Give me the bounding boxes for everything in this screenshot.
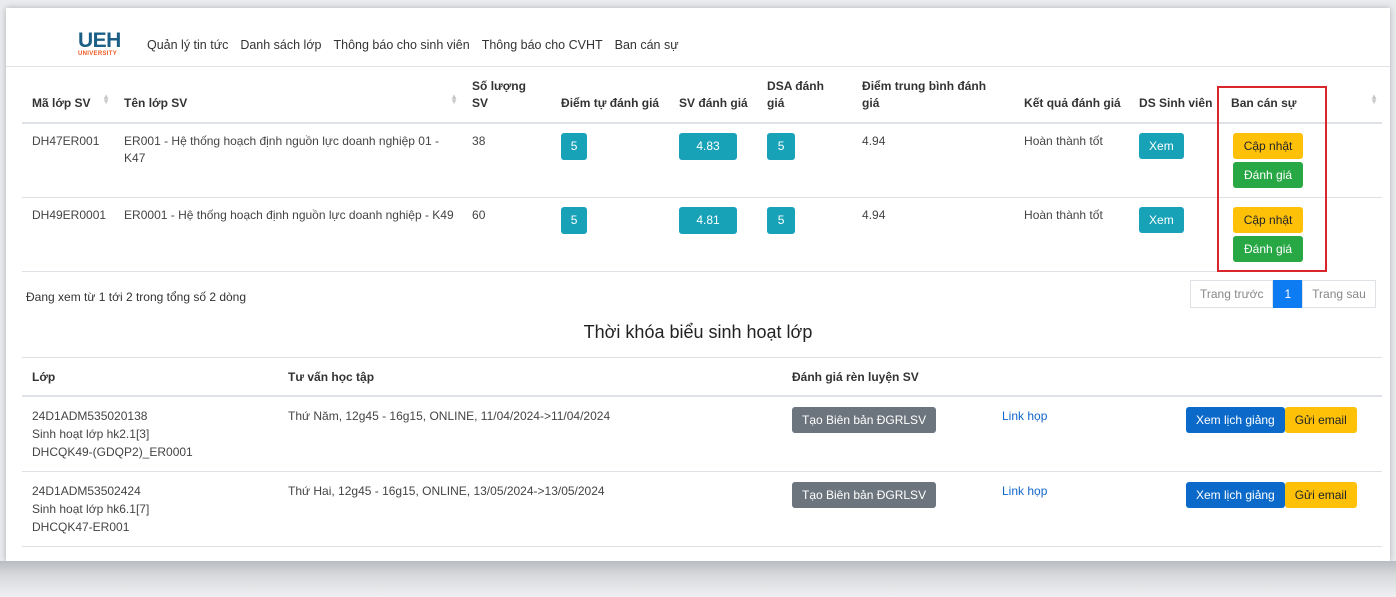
sort-icon[interactable]: ▲ ▼ (102, 93, 110, 106)
schedule-time: Thứ Hai, 12g45 - 16g15, ONLINE, 13/05/20… (278, 471, 782, 547)
ueh-logo[interactable]: UEH UNIVERSITY (78, 29, 128, 59)
main-nav: Quản lý tin tức Danh sách lớp Thông báo … (147, 38, 679, 52)
dsa-score-badge: 5 (767, 133, 796, 160)
dsa-score-badge: 5 (767, 207, 796, 234)
nav-item-student-notices[interactable]: Thông báo cho sinh viên (334, 38, 470, 52)
col-student-count[interactable]: Số lượng SV (462, 68, 552, 124)
pagination-next[interactable]: Trang sau (1302, 280, 1376, 308)
logo-main-text: UEH (78, 29, 121, 52)
logo-sub-text: UNIVERSITY (78, 51, 118, 57)
table-row: 24D1ADM53502424 Sinh hoạt lớp hk6.1[7] D… (22, 471, 1382, 547)
pagination-prev[interactable]: Trang trước (1190, 280, 1274, 308)
schedule-class-cell: 24D1ADM535020138 Sinh hoạt lớp hk2.1[3] … (22, 396, 278, 472)
view-teaching-schedule-button[interactable]: Xem lịch giảng (1186, 482, 1285, 508)
sort-icon[interactable]: ▲ ▼ (450, 93, 458, 106)
bottom-blur-strip (0, 561, 1396, 597)
top-navbar: UEH UNIVERSITY Quản lý tin tức Danh sách… (6, 8, 1390, 67)
sort-icon[interactable]: ▲ ▼ (1370, 93, 1378, 106)
create-report-button[interactable]: Tạo Biên bản ĐGRLSV (792, 407, 937, 433)
pagination: Trang trước 1 Trang sau (1190, 280, 1376, 308)
student-count: 38 (462, 123, 552, 198)
sv-score-badge: 4.81 (679, 207, 738, 234)
table-row: DH47ER001 ER001 - Hệ thống hoạch định ng… (22, 123, 1382, 198)
col-class-code[interactable]: Mã lớp SV ▲ ▼ (22, 68, 115, 124)
page-frame: UEH UNIVERSITY Quản lý tin tức Danh sách… (6, 8, 1390, 561)
result-text: Hoàn thành tốt (1014, 197, 1130, 272)
schedule-time: Thứ Năm, 12g45 - 16g15, ONLINE, 11/04/20… (278, 396, 782, 472)
col-result[interactable]: Kết quả đánh giá (1014, 68, 1130, 124)
view-teaching-schedule-button[interactable]: Xem lịch giảng (1186, 407, 1285, 433)
col-class: Lớp (22, 357, 278, 397)
class-table-header: Mã lớp SV ▲ ▼ Tên lớp SV ▲ ▼ Số lượng SV Điể… (22, 68, 1382, 124)
col-self-score[interactable]: Điểm tự đánh giá (551, 68, 670, 124)
schedule-table: Lớp Tư vấn học tập Đánh giá rèn luyện SV… (22, 357, 1382, 547)
class-code: DH49ER0001 (22, 197, 115, 272)
self-score-badge: 5 (561, 133, 588, 160)
col-conduct-evaluation: Đánh giá rèn luyện SV (782, 357, 992, 397)
average-score: 4.94 (852, 197, 1015, 272)
col-advising: Tư vấn học tập (278, 357, 782, 397)
self-score-badge: 5 (561, 207, 588, 234)
sv-score-badge: 4.83 (679, 133, 738, 160)
schedule-title: Thời khóa biểu sinh hoạt lớp (583, 322, 813, 342)
table-info: Đang xem từ 1 tới 2 trong tổng số 2 dòng (26, 290, 247, 304)
col-dsa-score[interactable]: DSA đánh giá (757, 68, 853, 124)
nav-item-news[interactable]: Quản lý tin tức (147, 38, 228, 52)
class-table: Mã lớp SV ▲ ▼ Tên lớp SV ▲ ▼ Số lượng SV Điể… (22, 68, 1382, 272)
meeting-link[interactable]: Link họp (1002, 484, 1047, 498)
committee-highlight-box (1217, 86, 1327, 272)
col-sv-score[interactable]: SV đánh giá (669, 68, 758, 124)
student-count: 60 (462, 197, 552, 272)
class-name: ER001 - Hệ thống hoạch định nguồn lực do… (114, 123, 463, 198)
average-score: 4.94 (852, 123, 1015, 198)
pagination-page-1[interactable]: 1 (1273, 280, 1303, 308)
create-report-button[interactable]: Tạo Biên bản ĐGRLSV (792, 482, 937, 508)
nav-item-advisor-notices[interactable]: Thông báo cho CVHT (482, 38, 603, 52)
schedule-table-header: Lớp Tư vấn học tập Đánh giá rèn luyện SV (22, 357, 1382, 397)
send-email-button[interactable]: Gửi email (1284, 407, 1357, 433)
col-class-name[interactable]: Tên lớp SV ▲ ▼ (114, 68, 463, 124)
class-name: ER0001 - Hệ thống hoạch định nguồn lực d… (114, 197, 463, 272)
nav-item-class-list[interactable]: Danh sách lớp (240, 38, 321, 52)
send-email-button[interactable]: Gửi email (1284, 482, 1357, 508)
table-row: 24D1ADM535020138 Sinh hoạt lớp hk2.1[3] … (22, 396, 1382, 472)
view-students-button[interactable]: Xem (1139, 207, 1184, 233)
col-average[interactable]: Điểm trung bình đánh giá (852, 68, 1015, 124)
schedule-class-cell: 24D1ADM53502424 Sinh hoạt lớp hk6.1[7] D… (22, 471, 278, 547)
table-row: DH49ER0001 ER0001 - Hệ thống hoạch định … (22, 197, 1382, 272)
result-text: Hoàn thành tốt (1014, 123, 1130, 198)
class-code: DH47ER001 (22, 123, 115, 198)
view-students-button[interactable]: Xem (1139, 133, 1184, 159)
col-student-list[interactable]: DS Sinh viên (1129, 68, 1222, 124)
meeting-link[interactable]: Link họp (1002, 409, 1047, 423)
nav-item-class-committee[interactable]: Ban cán sự (615, 38, 679, 52)
